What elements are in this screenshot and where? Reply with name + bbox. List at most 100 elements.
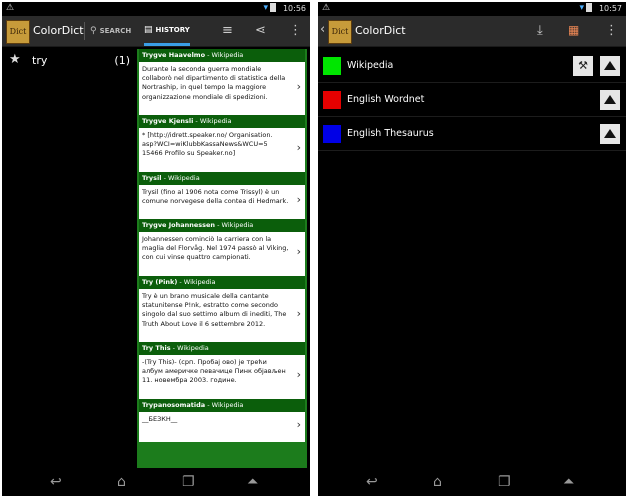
dictionary-name: English Thesaurus [347,128,434,139]
history-word-row[interactable]: ★ try (1) [2,48,134,74]
battery-icon [586,3,592,12]
battery-icon [270,3,276,12]
entry-title: Try (Pink) [142,278,178,286]
tab-history[interactable]: ▤ HISTORY [144,16,190,46]
app-title: ColorDict [355,24,406,37]
entry-title: Trygve Haavelmo [142,51,206,59]
back-icon[interactable]: ↩ [366,474,378,490]
move-up-button[interactable] [600,124,620,144]
definition-entry[interactable]: Try (Pink) - Wikipedia Try è un brano mu… [139,276,305,342]
share-icon[interactable]: ⋖ [255,23,266,38]
menu-up-icon[interactable]: ⏶ [247,474,258,490]
entry-header: Trygve Johannessen - Wikipedia [139,219,305,232]
settings-wrench-icon[interactable]: ⚒ [573,56,593,76]
chevron-right-icon[interactable]: › [297,419,301,430]
definition-entry[interactable]: Try This - Wikipedia -(Try This)- (срп. … [139,342,305,399]
entry-source: Wikipedia [177,344,209,352]
definition-entry[interactable]: Trygve Kjensli - Wikipedia * [http://idr… [139,115,305,172]
history-count: (1) [114,54,130,67]
color-swatch[interactable] [323,57,341,75]
home-icon[interactable]: ⌂ [117,474,126,490]
entry-title: Trygve Johannessen [142,221,216,229]
download-icon[interactable]: ⤓ [537,23,543,38]
navigation-bar: ↩ ⌂ ❐ ⏶ [2,468,310,496]
definition-entry[interactable]: Trypanosomatida - Wikipedia __БЕЗКН__ › [139,399,305,442]
definition-entry[interactable]: Trysil - Wikipedia Trysil (fino al 1906 … [139,172,305,219]
warning-icon: ⚠ [322,3,331,13]
entry-text: Johannessen cominciò la carriera con la … [142,235,289,262]
chevron-right-icon[interactable]: › [297,194,301,205]
back-chevron-icon[interactable]: ‹ [320,22,325,37]
entry-title: Trygve Kjensli [142,117,194,125]
color-swatch[interactable] [323,91,341,109]
action-bar: Dict ColorDict ⚲ SEARCH ▤ HISTORY ≡ ⋖ ⋮ [2,16,310,47]
history-word-list: ★ try (1) [2,48,134,74]
entry-body: Trysil (fino al 1906 nota come Trissyl) … [139,185,305,219]
chevron-right-icon[interactable]: › [297,246,301,257]
cubes-icon[interactable]: ▦ [568,23,579,37]
arrow-up-icon [604,95,616,104]
home-icon[interactable]: ⌂ [433,474,442,490]
navigation-bar: ↩ ⌂ ❐ ⏶ [318,468,626,496]
tab-search[interactable]: ⚲ SEARCH [90,16,131,46]
entry-source: Wikipedia [183,278,216,286]
entry-source: Wikipedia [221,221,254,229]
app-logo[interactable]: Dict [328,20,352,44]
dictionary-list: Wikipedia ⚒ English Wordnet English Thes… [318,49,626,151]
overflow-menu-icon[interactable]: ⋮ [605,23,618,38]
entry-text: __БЕЗКН__ [142,415,178,423]
dictionary-name: English Wordnet [347,94,425,105]
recent-apps-icon[interactable]: ❐ [182,474,195,490]
definition-entry[interactable]: Trygve Haavelmo - Wikipedia Durante la s… [139,49,305,115]
back-icon[interactable]: ↩ [50,474,62,490]
dictionary-row[interactable]: English Thesaurus [318,117,626,151]
sort-icon[interactable]: ≡ [222,23,233,38]
entry-header: Trygve Kjensli - Wikipedia [139,115,305,128]
definition-panel: Trygve Haavelmo - Wikipedia Durante la s… [137,49,307,468]
status-bar: ⚠ ▾ 10:57 [318,2,626,16]
move-up-button[interactable] [600,56,620,76]
chevron-right-icon[interactable]: › [297,80,301,91]
entry-body: __БЕЗКН__ › [139,412,305,442]
status-bar: ⚠ ▾ 10:56 [2,2,310,16]
search-icon: ⚲ [90,26,97,36]
entry-title: Trysil [142,174,162,182]
entry-source: Wikipedia [167,174,200,182]
entry-source: Wikipedia [211,51,244,59]
entry-header: Try This - Wikipedia [139,342,305,355]
menu-up-icon[interactable]: ⏶ [563,474,574,490]
entry-header: Try (Pink) - Wikipedia [139,276,305,289]
entry-source: Wikipedia [199,117,232,125]
entry-text: * [http://idrett.speaker.no/ Organisatio… [142,131,273,158]
right-screen: ⚠ ▾ 10:57 ‹ Dict ColorDict ⤓ ▦ ⋮ Wikiped… [318,2,626,496]
history-list-icon: ▤ [144,24,153,35]
app-logo[interactable]: Dict [6,20,30,44]
entry-text: Durante la seconda guerra mondiale colla… [142,65,286,101]
recent-apps-icon[interactable]: ❐ [498,474,511,490]
history-word: try [32,54,48,67]
status-time: 10:56 [282,4,306,13]
entry-title: Trypanosomatida [142,401,206,409]
overflow-menu-icon[interactable]: ⋮ [289,23,302,38]
entry-body: -(Try This)- (срп. Пробај ово) је трећи … [139,355,305,399]
dictionary-row[interactable]: Wikipedia ⚒ [318,49,626,83]
chevron-right-icon[interactable]: › [297,369,301,380]
app-title: ColorDict [33,24,84,37]
chevron-right-icon[interactable]: › [297,142,301,153]
arrow-up-icon [604,129,616,138]
signal-icons: ▾ [579,3,592,13]
definition-entry[interactable]: Trygve Johannessen - Wikipedia Johanness… [139,219,305,276]
dictionary-row[interactable]: English Wordnet [318,83,626,117]
dictionary-name: Wikipedia [347,60,394,71]
entry-text: Trysil (fino al 1906 nota come Trissyl) … [142,188,289,206]
entry-title: Try This [142,344,171,352]
star-icon[interactable]: ★ [9,52,21,67]
color-swatch[interactable] [323,125,341,143]
move-up-button[interactable] [600,90,620,110]
signal-icons: ▾ [263,3,276,13]
entry-text: -(Try This)- (срп. Пробај ово) је трећи … [142,358,286,385]
status-time: 10:57 [598,4,622,13]
left-screen: ⚠ ▾ 10:56 Dict ColorDict ⚲ SEARCH ▤ HIST… [2,2,310,496]
entry-header: Trygve Haavelmo - Wikipedia [139,49,305,62]
chevron-right-icon[interactable]: › [297,307,301,318]
